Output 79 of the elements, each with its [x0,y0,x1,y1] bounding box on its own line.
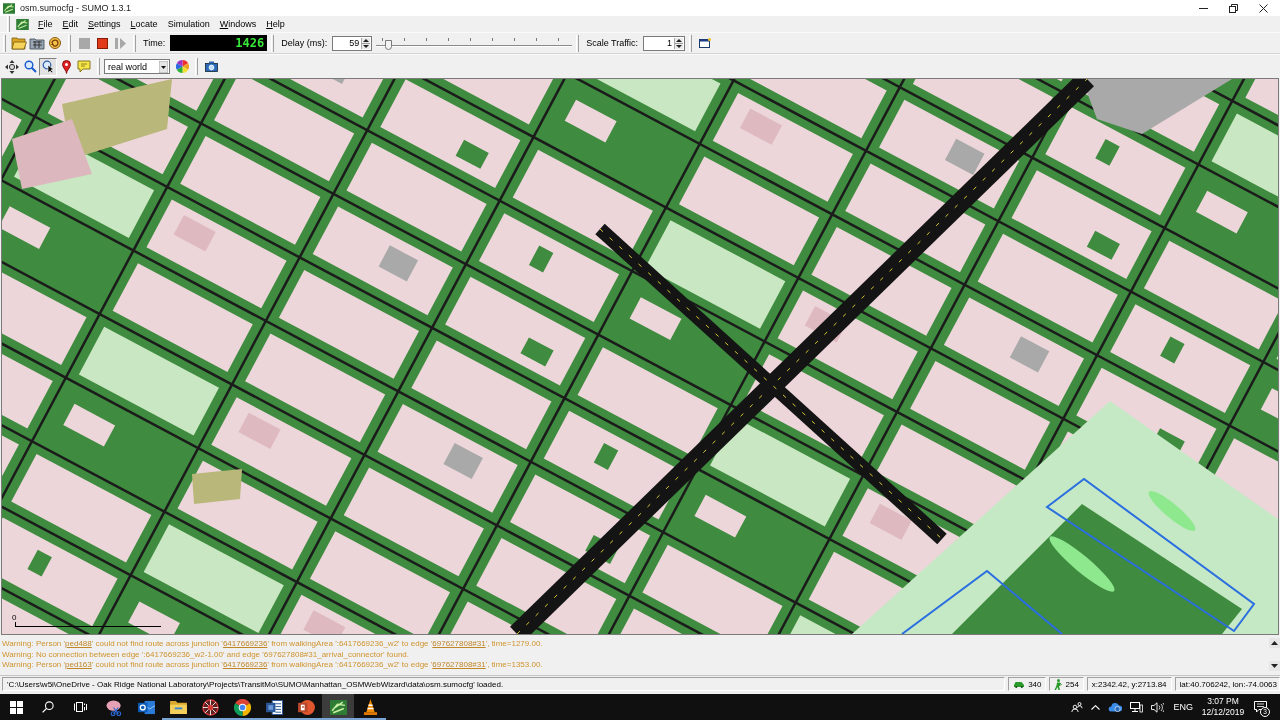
cursor-position: x:2342.42, y:2713.84 [1086,677,1172,691]
scheme-dropdown[interactable]: real world [104,59,170,74]
delay-slider-track[interactable] [376,35,573,51]
arrow-up-icon [1271,641,1278,645]
delay-field[interactable]: 59 [332,35,373,51]
folder-icon [11,36,27,50]
app-logo-icon [329,699,347,715]
scale-traffic-label: Scale Traffic: [586,38,639,48]
cursor-icon [41,60,55,73]
minimize-icon [1198,7,1208,9]
app-logo-icon [16,18,29,30]
document-icon [265,699,283,715]
scale-traffic-field[interactable]: 1 [643,35,686,51]
menu-item[interactable]: Windows [214,17,262,31]
scroll-down-button[interactable] [1269,661,1280,671]
locate-button[interactable] [39,57,57,76]
menu-item[interactable]: Locate [125,17,163,31]
taskbar-clock[interactable]: 3:07 PM 12/12/2019 [1198,694,1248,720]
step-icon [114,37,126,49]
geo-coordinates: lat:40.706242, lon:-74.0063 [1174,677,1280,691]
spinner-icon [674,37,684,49]
window-icon [699,38,712,48]
vehicle-count: 340 [1028,679,1042,689]
status-message: 'C:\Users\w5i\OneDrive - Oak Ridge National Laboratory\Projects\TransitMo\SUMO\Manhattan_OSMWebWizard\data\osm.sumocfg' loaded. [2,677,1006,691]
taskbar-app-button[interactable] [322,694,354,720]
chevron-up-icon [1091,704,1101,710]
person-icon [1054,678,1063,690]
open-button[interactable] [10,34,28,52]
warning-message: Warning: Person 'ped488' could not find route across junction '6417669236' from walkingArea ':6417669236_w2' to edge '697627808#31', time=1279.00. [2,639,544,650]
arrow-down-icon [1271,664,1278,668]
stop-icon [96,37,108,49]
color-wheel-icon [175,60,189,73]
traffic-cone-icon [362,698,378,716]
task-view-icon [73,701,87,713]
color-scheme-button[interactable] [173,57,191,76]
people-icon [1071,702,1084,712]
cloud-icon [1108,702,1123,712]
menu-item[interactable]: Simulation [162,17,215,31]
slides-icon [297,699,315,715]
wheel-icon [201,698,219,716]
time-label: Time: [143,38,166,48]
scale-label: 0 [11,613,18,622]
search-icon [42,701,54,713]
app-logo-icon [3,2,15,14]
person-count: 254 [1065,679,1079,689]
reload-icon [48,36,62,50]
reload-button[interactable] [46,34,64,52]
speech-bubble-icon [77,60,91,73]
dropdown-arrow-icon [159,60,168,73]
notification-icon [1253,701,1267,713]
browser-icon [233,698,251,716]
warning-message: Warning: No connection between edge ':6417669236_w2-1.00' and edge '697627808#31_arrival_connector' found. [2,649,410,660]
time-display: 1426 [170,35,268,51]
move-arrows-icon [5,59,19,74]
scissors-icon [105,698,123,716]
pin-icon [60,59,72,74]
menu-item[interactable]: Help [261,17,290,31]
menu-item[interactable]: Settings [83,17,126,31]
delay-label: Delay (ms): [281,38,328,48]
mail-icon [137,699,155,715]
car-icon [1013,680,1026,688]
window-title: osm.sumocfg - SUMO 1.3.1 [20,3,132,13]
language-indicator[interactable]: ENG [1168,694,1198,720]
warning-message: Warning: Person 'ped163' could not find route across junction '6417669236' from walkingArea ':6417669236_w2' to edge '697627808#31', time=1353.00. [2,660,544,671]
close-icon [1258,3,1268,13]
spinner-icon [361,37,371,49]
network-icon [1130,701,1144,713]
scroll-up-button[interactable] [1269,638,1280,648]
slider-thumb[interactable] [384,40,392,50]
volume-icon [1151,701,1165,713]
menu-item[interactable]: Edit [57,17,84,31]
folder-grid-icon [29,36,45,50]
windows-logo-icon [9,700,23,714]
square-icon [78,37,90,49]
magnifier-icon [23,60,37,73]
folder-icon [169,700,187,714]
menu-item[interactable]: File [33,17,58,31]
restore-icon [1228,3,1238,13]
camera-icon [204,61,218,72]
